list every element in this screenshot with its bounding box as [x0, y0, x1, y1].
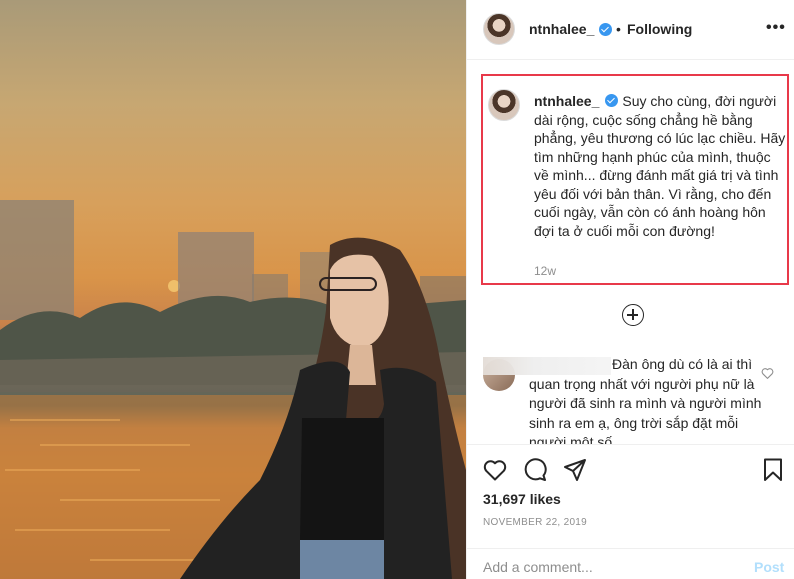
sunset-photo-illustration — [0, 200, 466, 579]
add-comment-bar: Add a comment... Post — [467, 548, 794, 579]
comment-input[interactable]: Add a comment... — [483, 559, 593, 575]
caption-username[interactable]: ntnhalee_ — [534, 93, 599, 109]
post-actions: 31,697 likes NOVEMBER 22, 2019 Add a com… — [467, 444, 794, 579]
caption-text-block: ntnhalee_ Suy cho cùng, đời người dài rộn… — [534, 92, 786, 240]
post-date[interactable]: NOVEMBER 22, 2019 — [483, 517, 587, 528]
likes-count[interactable]: 31,697 likes — [483, 491, 561, 507]
heart-icon[interactable] — [483, 459, 507, 481]
load-more-icon[interactable] — [622, 304, 644, 326]
author-username[interactable]: ntnhalee_ — [529, 21, 594, 37]
author-avatar[interactable] — [483, 13, 515, 45]
caption-highlight: ntnhalee_ Suy cho cùng, đời người dài rộn… — [481, 74, 789, 285]
following-button[interactable]: Following — [627, 21, 692, 37]
comment-item: Đàn ông dù có là ai thì quan trọng nhất … — [467, 345, 794, 445]
verified-badge-icon — [599, 23, 612, 36]
commenter-name-redacted — [483, 357, 611, 375]
comment-icon[interactable] — [523, 458, 547, 482]
post-photo[interactable] — [0, 0, 466, 579]
verified-badge-icon — [605, 94, 619, 107]
post-button[interactable]: Post — [754, 559, 784, 575]
bookmark-icon[interactable] — [763, 458, 783, 482]
comment-heart-icon[interactable] — [761, 367, 774, 379]
header-separator: • — [616, 21, 621, 37]
share-icon[interactable] — [563, 458, 587, 482]
post-sidebar: ntnhalee_ • Following ••• ntnhalee_ Suy c… — [466, 0, 794, 579]
caption-timestamp[interactable]: 12w — [534, 264, 556, 278]
caption-avatar[interactable] — [488, 89, 520, 121]
post-header: ntnhalee_ • Following ••• — [467, 0, 794, 60]
more-options-icon[interactable]: ••• — [766, 19, 786, 37]
caption-body: Suy cho cùng, đời người dài rộng, cuộc s… — [534, 93, 786, 239]
